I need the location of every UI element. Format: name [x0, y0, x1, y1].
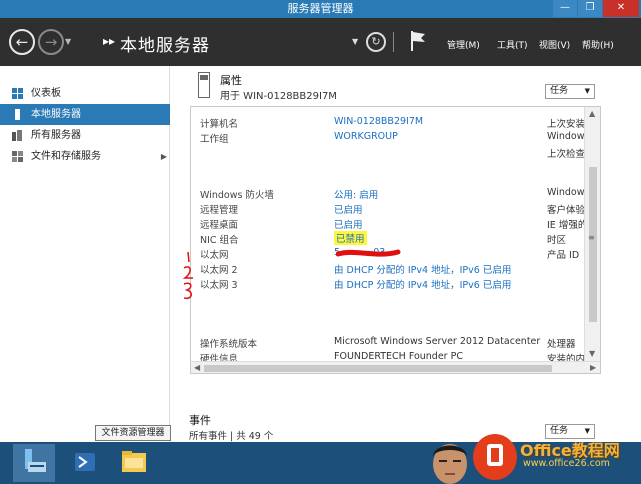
- prop-value-ethernet-3[interactable]: 由 DHCP 分配的 IPv4 地址，IPv6 已启用: [334, 277, 511, 291]
- prop-label-computer-name: 计算机名: [200, 119, 239, 130]
- events-title: 事件: [189, 414, 211, 427]
- prop-right-8: 产品 ID: [547, 250, 580, 261]
- close-button[interactable]: ✕: [603, 0, 639, 17]
- page-title: 本地服务器: [120, 36, 210, 56]
- forward-button[interactable]: →: [38, 29, 64, 55]
- refresh-icon: ↻: [371, 35, 381, 48]
- properties-panel: 计算机名 WIN-0128BB29I7M 上次安装 工作组 WORKGROUP …: [190, 106, 601, 374]
- arrow-left-icon: ←: [15, 33, 29, 51]
- avatar-photo: [433, 444, 467, 484]
- handwritten-annotation: [182, 251, 193, 300]
- sidebar-item-all-servers[interactable]: 所有服务器: [0, 125, 170, 146]
- prop-label-workgroup: 工作组: [200, 134, 229, 145]
- vertical-scroll-thumb[interactable]: [589, 167, 597, 322]
- menu-tools[interactable]: 工具(T): [497, 38, 528, 51]
- title-bar: 服务器管理器 — ❐ ✕: [0, 0, 641, 18]
- storage-icon: [12, 151, 23, 162]
- scroll-up-icon[interactable]: ▲: [589, 109, 595, 118]
- prop-label-ethernet-3: 以太网 3: [200, 280, 238, 291]
- server-icon: [15, 109, 20, 120]
- prop-right-1: 上次安装: [547, 119, 586, 130]
- window-controls: — ❐ ✕: [552, 0, 639, 18]
- prop-value-remote-desktop[interactable]: 已启用: [334, 217, 363, 231]
- breadcrumb-chevron-icon: ▸▸: [103, 34, 116, 48]
- menu-view[interactable]: 视图(V): [539, 38, 570, 51]
- sidebar-item-storage[interactable]: 文件和存储服务 ▶: [0, 146, 170, 167]
- menu-help[interactable]: 帮助(H): [582, 38, 614, 51]
- prop-value-os-version: Microsoft Windows Server 2012 Datacenter: [334, 336, 541, 347]
- notification-flag-icon[interactable]: [410, 30, 428, 52]
- taskbar-powershell[interactable]: [64, 444, 106, 482]
- tasks-label: 任务: [550, 426, 569, 436]
- prop-label-ethernet-2: 以太网 2: [200, 265, 238, 276]
- header-divider: [393, 32, 394, 52]
- minimize-button[interactable]: —: [553, 0, 577, 17]
- prop-label-ethernet: 以太网: [200, 250, 229, 261]
- scroll-left-icon[interactable]: ◀: [194, 363, 200, 372]
- taskbar-file-explorer[interactable]: [113, 444, 155, 482]
- prop-right-5: 客户体验: [547, 205, 586, 216]
- prop-label-firewall: Windows 防火墙: [200, 190, 274, 201]
- properties-tasks-button[interactable]: 任务 ▼: [545, 84, 595, 99]
- prop-value-firewall[interactable]: 公用: 启用: [334, 187, 378, 201]
- prop-value-remote-mgmt[interactable]: 已启用: [334, 202, 363, 216]
- taskbar-tooltip: 文件资源管理器: [95, 425, 171, 441]
- sidebar-item-local-server[interactable]: 本地服务器: [0, 104, 170, 125]
- prop-value-workgroup[interactable]: WORKGROUP: [334, 131, 398, 142]
- prop-right-6: IE 增强的: [547, 220, 588, 231]
- prop-label-os-version: 操作系统版本: [200, 339, 258, 350]
- powershell-icon: [75, 453, 95, 471]
- refresh-button[interactable]: ↻: [366, 32, 386, 52]
- prop-value-computer-name[interactable]: WIN-0128BB29I7M: [334, 116, 423, 127]
- back-button[interactable]: ←: [9, 29, 35, 55]
- sidebar-item-label: 文件和存储服务: [31, 151, 101, 162]
- scroll-grip-icon: ≡: [588, 233, 595, 242]
- menu-manage[interactable]: 管理(M): [447, 38, 480, 51]
- prop-right-7: 时区: [547, 235, 567, 246]
- tasks-label: 任务: [550, 86, 569, 96]
- servers-icon: [12, 130, 22, 141]
- redaction-scribble: [336, 249, 401, 257]
- prop-label-remote-mgmt: 远程管理: [200, 205, 239, 216]
- sidebar-item-label: 仪表板: [31, 88, 61, 99]
- prop-right-4: Window: [547, 187, 585, 198]
- properties-icon: [198, 72, 210, 98]
- office-logo-glyph: [487, 444, 503, 466]
- chevron-down-icon: ▼: [584, 87, 590, 95]
- prop-right-3: 上次检查: [547, 149, 586, 160]
- office-logo: [473, 434, 517, 480]
- history-dropdown-icon[interactable]: ▼: [65, 37, 71, 46]
- folder-icon: [122, 451, 146, 472]
- maximize-button[interactable]: ❐: [578, 0, 602, 17]
- events-subtitle: 所有事件 | 共 49 个: [189, 431, 274, 442]
- server-manager-icon: [25, 449, 46, 472]
- prop-value-nic-teaming[interactable]: 已禁用: [334, 231, 367, 245]
- server-manager-window: 服务器管理器 — ❐ ✕ ← → ▼ ▸▸ 本地服务器 ▼ ↻ 管理(M) 工具…: [0, 0, 641, 484]
- sidebar-item-dashboard[interactable]: 仪表板: [0, 83, 170, 104]
- header-dropdown-icon[interactable]: ▼: [352, 37, 358, 46]
- properties-subtitle: 用于 WIN-0128BB29I7M: [220, 91, 337, 102]
- window-title: 服务器管理器: [287, 2, 354, 15]
- prop-right-9: 处理器: [547, 339, 576, 350]
- properties-title: 属性: [220, 74, 242, 87]
- sidebar-item-label: 所有服务器: [31, 130, 81, 141]
- scroll-right-icon[interactable]: ▶: [590, 363, 596, 372]
- prop-right-2: Window: [547, 131, 585, 142]
- horizontal-scroll-thumb[interactable]: [204, 365, 552, 372]
- header-bar: ← → ▼ ▸▸ 本地服务器 ▼ ↻ 管理(M) 工具(T) 视图(V) 帮助(…: [0, 18, 641, 66]
- watermark-url: www.office26.com: [523, 458, 610, 469]
- prop-value-ethernet-2[interactable]: 由 DHCP 分配的 IPv4 地址，IPv6 已启用: [334, 262, 511, 276]
- horizontal-scrollbar[interactable]: ◀ ▶: [191, 361, 600, 373]
- expand-arrow-icon[interactable]: ▶: [161, 146, 167, 167]
- sidebar-item-label: 本地服务器: [31, 109, 81, 120]
- main-content: 属性 用于 WIN-0128BB29I7M 任务 ▼ 计算机名 WIN-0128…: [171, 66, 641, 442]
- scroll-down-icon[interactable]: ▼: [589, 349, 595, 358]
- sidebar: 仪表板 本地服务器 所有服务器 文件和存储服务 ▶: [0, 66, 170, 442]
- prop-label-remote-desktop: 远程桌面: [200, 220, 239, 231]
- dashboard-icon: [12, 88, 23, 99]
- arrow-right-icon: →: [44, 33, 58, 51]
- taskbar-server-manager[interactable]: [13, 444, 55, 482]
- vertical-scrollbar[interactable]: ▲ ≡ ▼: [584, 107, 600, 361]
- prop-label-nic-teaming: NIC 组合: [200, 235, 239, 246]
